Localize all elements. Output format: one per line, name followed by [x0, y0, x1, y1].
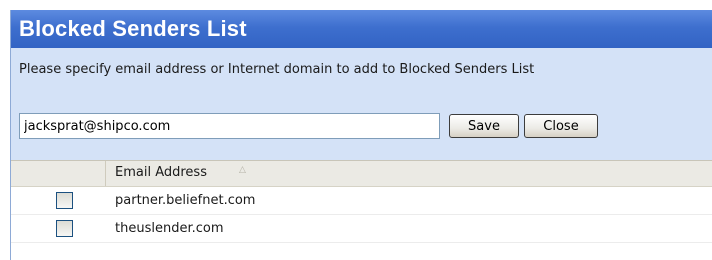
instruction-text: Please specify email address or Internet… [19, 62, 535, 77]
panel-title: Blocked Senders List [11, 10, 712, 48]
table-row: theuslender.com [11, 215, 712, 243]
email-address-cell: partner.beliefnet.com [115, 193, 256, 208]
column-divider [105, 161, 106, 186]
sort-ascending-icon[interactable]: △ [239, 165, 246, 175]
save-button[interactable]: Save [449, 114, 519, 138]
blocked-senders-panel: Blocked Senders List Please specify emai… [10, 10, 712, 260]
column-header-email-address[interactable]: Email Address [115, 165, 207, 180]
add-sender-area: Please specify email address or Internet… [11, 48, 712, 160]
row-checkbox[interactable] [56, 220, 73, 237]
email-address-cell: theuslender.com [115, 221, 224, 236]
table-header: Email Address △ [11, 160, 712, 187]
email-address-input[interactable] [19, 113, 440, 139]
close-button[interactable]: Close [524, 114, 598, 138]
table-row: partner.beliefnet.com [11, 187, 712, 215]
row-checkbox[interactable] [56, 192, 73, 209]
